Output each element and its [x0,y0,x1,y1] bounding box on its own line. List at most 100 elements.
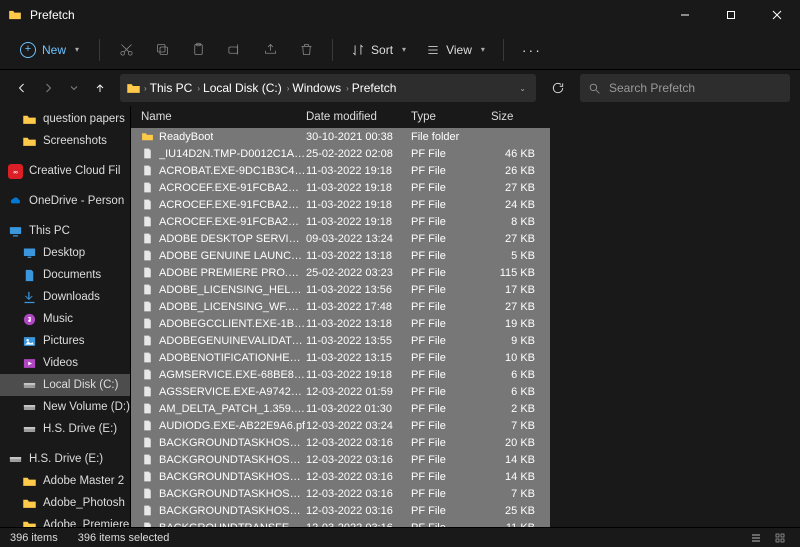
file-type: PF File [411,284,491,296]
file-row[interactable]: ACROCEF.EXE-91FCBA2B.pf11-03-2022 19:18P… [131,196,550,213]
search-input[interactable]: Search Prefetch [580,74,790,102]
file-row[interactable]: ADOBE PREMIERE PRO.EXE-A70C060E.pf25-02-… [131,264,550,281]
paste-button[interactable] [182,34,214,66]
nav-pane[interactable]: question papersScreenshots ∞Creative Clou… [0,106,130,527]
nav-item[interactable]: Adobe_Photosh [0,492,130,514]
nav-item[interactable]: Adobe Master 2 [0,470,130,492]
new-button[interactable]: + New ▾ [10,38,89,62]
file-row[interactable]: BACKGROUNDTRANSFERHOST.EXE-DB32...12-03-… [131,519,550,527]
col-size[interactable]: Size [491,111,541,123]
file-size: 17 KB [491,284,541,296]
file-row[interactable]: ADOBEGENUINEVALIDATOR.EXE-2BCAF8...11-03… [131,332,550,349]
file-date: 11-03-2022 19:18 [306,165,411,177]
nav-item[interactable]: Local Disk (C:) [0,374,130,396]
forward-button[interactable] [36,76,60,100]
separator [99,39,100,61]
empty-area [550,106,800,527]
close-button[interactable] [754,0,800,30]
details-view-button[interactable] [746,530,766,546]
file-row[interactable]: AGSSERVICE.EXE-A9742B11.pf12-03-2022 01:… [131,383,550,400]
file-row[interactable]: _IU14D2N.TMP-D0012C1A.pf25-02-2022 02:08… [131,145,550,162]
file-list[interactable]: ReadyBoot30-10-2021 00:38File folder_IU1… [131,128,550,527]
file-row[interactable]: ADOBE_LICENSING_HELPER.EXE-A7EF98...11-0… [131,281,550,298]
file-type: PF File [411,369,491,381]
file-row[interactable]: ACROCEF.EXE-91FCBA2C.pf11-03-2022 19:18P… [131,213,550,230]
col-type[interactable]: Type [411,111,491,123]
breadcrumb-seg[interactable]: Prefetch [352,81,397,95]
rename-button[interactable] [218,34,250,66]
more-button[interactable]: ··· [514,42,550,58]
file-type: PF File [411,335,491,347]
nav-item[interactable]: Downloads [0,286,130,308]
nav-item[interactable]: New Volume (D:) [0,396,130,418]
file-row[interactable]: BACKGROUNDTASKHOST.EXE-B16326C0.pf12-03-… [131,502,550,519]
thumbnails-view-button[interactable] [770,530,790,546]
file-row[interactable]: ADOBE GENUINE LAUNCHER.EXE-88D95...11-03… [131,247,550,264]
nav-item[interactable]: H.S. Drive (E:) [0,418,130,440]
file-name: ACROCEF.EXE-91FCBA2A.pf [159,182,306,194]
folder-icon [22,134,37,149]
nav-label: Music [43,313,73,325]
file-name: _IU14D2N.TMP-D0012C1A.pf [159,148,306,160]
refresh-button[interactable] [544,74,572,102]
file-row[interactable]: ReadyBoot30-10-2021 00:38File folder [131,128,550,145]
file-row[interactable]: BACKGROUNDTASKHOST.EXE-63F11000.pf12-03-… [131,485,550,502]
file-row[interactable]: ADOBEGCCLIENT.EXE-1B3F3169.pf11-03-2022 … [131,315,550,332]
nav-label: This PC [29,225,70,237]
file-name: ReadyBoot [159,131,213,143]
back-button[interactable] [10,76,34,100]
col-name[interactable]: Name [131,111,306,123]
file-type: File folder [411,131,491,143]
file-name: AGMSERVICE.EXE-68BE8443.pf [159,369,306,381]
nav-item[interactable]: Music [0,308,130,330]
file-row[interactable]: ADOBE_LICENSING_WF.EXE-85291397.pf11-03-… [131,298,550,315]
sort-menu[interactable]: Sort ▾ [343,43,414,57]
nav-item[interactable]: Adobe_Premiere [0,514,130,527]
nav-item[interactable]: This PC [0,220,130,242]
chevron-down-icon[interactable]: ⌄ [519,84,526,93]
col-date[interactable]: Date modified [306,111,411,123]
recent-button[interactable] [62,76,86,100]
breadcrumb-seg[interactable]: This PC› [150,81,200,95]
folder-icon [22,474,37,489]
delete-button[interactable] [290,34,322,66]
file-row[interactable]: ACROBAT.EXE-9DC1B3C4.pf11-03-2022 19:18P… [131,162,550,179]
nav-item[interactable]: Documents [0,264,130,286]
minimize-button[interactable] [662,0,708,30]
column-headers[interactable]: Name Date modified Type Size [131,106,550,128]
downloads-icon [22,290,37,305]
share-button[interactable] [254,34,286,66]
breadcrumb-seg[interactable]: Windows› [292,81,348,95]
nav-item[interactable]: Desktop [0,242,130,264]
file-row[interactable]: BACKGROUNDTASKHOST.EXE-6D58042C.pf12-03-… [131,434,550,451]
file-row[interactable]: ADOBE DESKTOP SERVICE.EXE-A2925451.pf09-… [131,230,550,247]
nav-item[interactable]: question papers [0,108,130,130]
copy-button[interactable] [146,34,178,66]
nav-item[interactable]: Videos [0,352,130,374]
file-row[interactable]: ADOBENOTIFICATIONHELPER.EXE-25CC...11-03… [131,349,550,366]
file-date: 12-03-2022 03:16 [306,522,411,528]
breadcrumb-seg[interactable]: Local Disk (C:)› [203,81,289,95]
file-row[interactable]: AUDIODG.EXE-AB22E9A6.pf12-03-2022 03:24P… [131,417,550,434]
file-row[interactable]: BACKGROUNDTASKHOST.EXE-8CBD7053...12-03-… [131,451,550,468]
file-name: ADOBEGENUINEVALIDATOR.EXE-2BCAF8... [159,335,306,347]
file-row[interactable]: BACKGROUNDTASKHOST.EXE-9F2EE4C2.pf12-03-… [131,468,550,485]
file-size: 10 KB [491,352,541,364]
nav-item[interactable]: OneDrive - Person [0,190,130,212]
nav-item[interactable]: Pictures [0,330,130,352]
up-button[interactable] [88,76,112,100]
address-bar[interactable]: › This PC› Local Disk (C:)› Windows› Pre… [120,74,536,102]
file-row[interactable]: AGMSERVICE.EXE-68BE8443.pf11-03-2022 19:… [131,366,550,383]
file-date: 12-03-2022 03:16 [306,454,411,466]
file-row[interactable]: ACROCEF.EXE-91FCBA2A.pf11-03-2022 19:18P… [131,179,550,196]
file-row[interactable]: AM_DELTA_PATCH_1.359.1677.0.E-3139A...11… [131,400,550,417]
file-name: BACKGROUNDTRANSFERHOST.EXE-DB32... [159,522,306,528]
maximize-button[interactable] [708,0,754,30]
nav-item[interactable]: ∞Creative Cloud Fil [0,160,130,182]
file-size: 19 KB [491,318,541,330]
cut-button[interactable] [110,34,142,66]
nav-item[interactable]: H.S. Drive (E:) [0,448,130,470]
view-menu[interactable]: View ▾ [418,43,493,57]
nav-item[interactable]: Screenshots [0,130,130,152]
file-type: PF File [411,318,491,330]
